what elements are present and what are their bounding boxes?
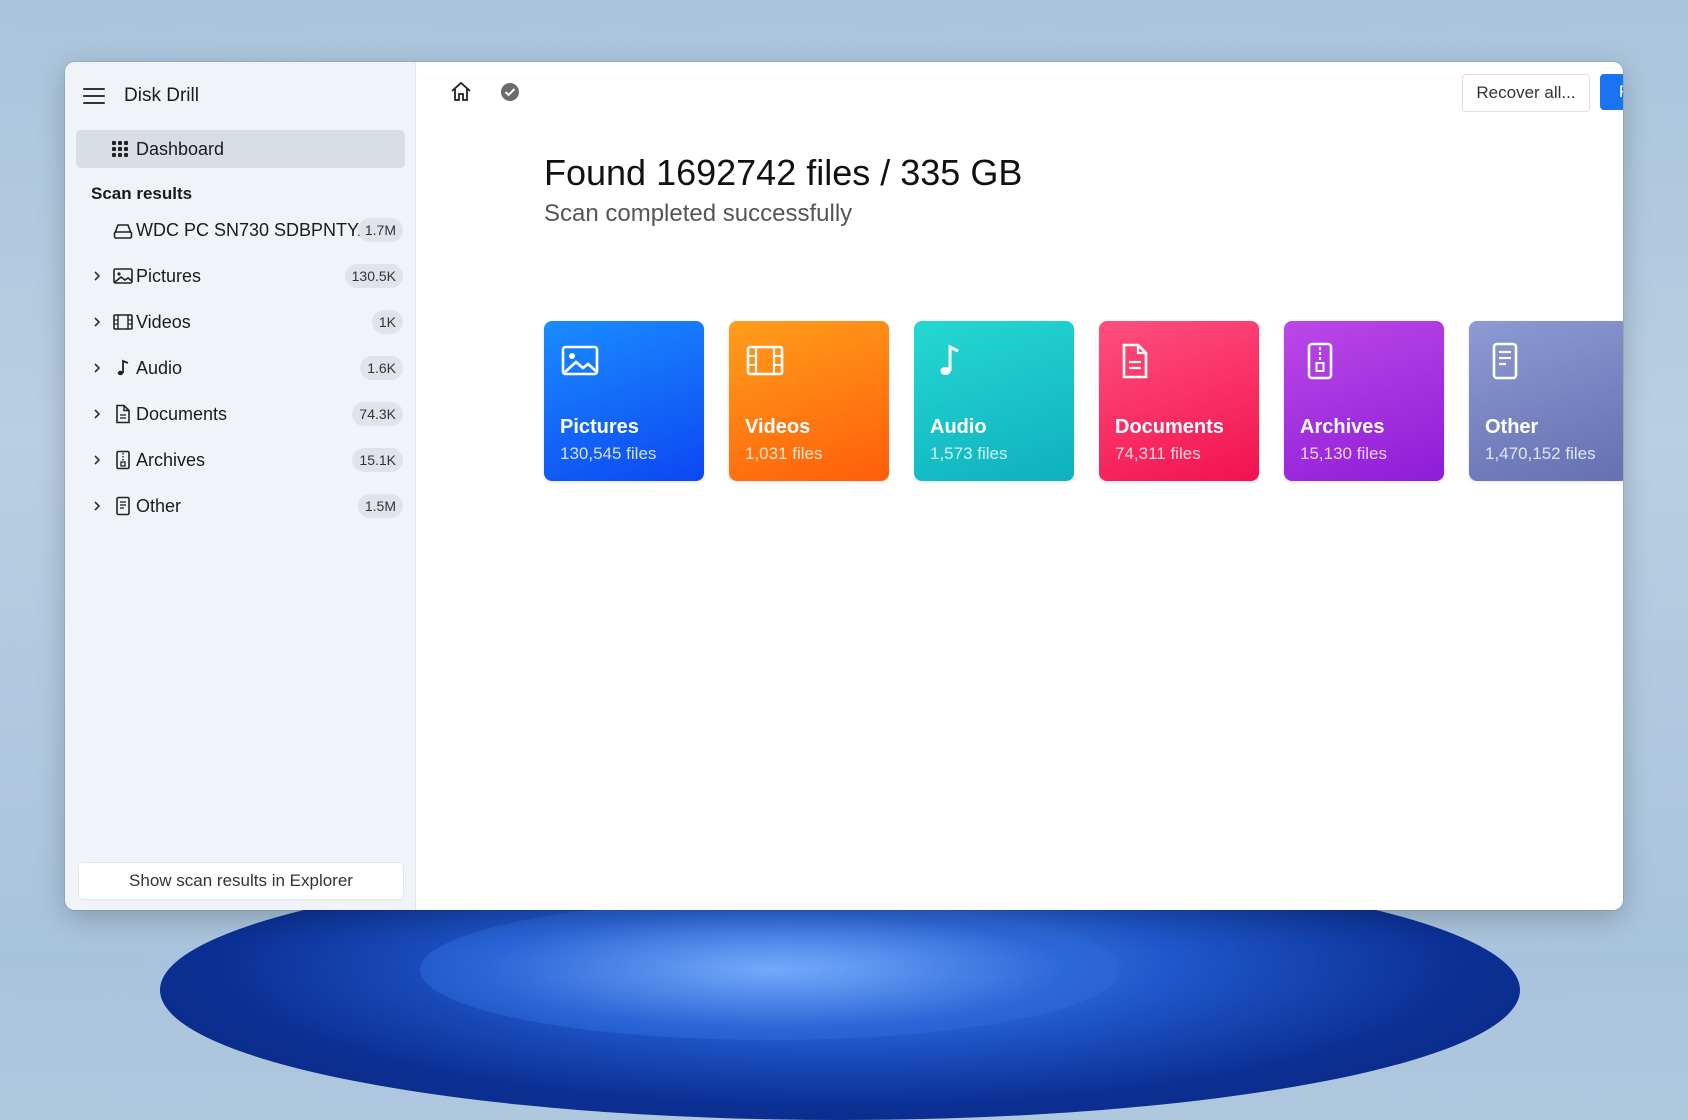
sidebar-item-drive[interactable]: WDC PC SN730 SDBPNTY... 1.7M bbox=[65, 212, 415, 248]
chevron-right-icon[interactable] bbox=[91, 270, 103, 282]
sidebar-item-videos[interactable]: Videos 1K bbox=[65, 304, 415, 340]
film-icon bbox=[113, 314, 133, 330]
review-found-items-button[interactable]: Review found items bbox=[1600, 74, 1623, 110]
app-title: Disk Drill bbox=[124, 85, 199, 106]
sidebar-item-label: Dashboard bbox=[136, 138, 225, 159]
dashboard-grid-icon bbox=[112, 141, 128, 157]
show-in-explorer-button[interactable]: Show scan results in Explorer bbox=[78, 862, 404, 900]
home-icon[interactable] bbox=[449, 80, 473, 104]
scan-results-heading: Scan results bbox=[91, 184, 193, 203]
document-icon bbox=[116, 404, 130, 424]
sidebar-item-label: Other bbox=[136, 496, 182, 516]
sidebar-item-label: Documents bbox=[136, 404, 228, 424]
category-card-documents[interactable]: Documents 74,311 files bbox=[1099, 321, 1259, 481]
chevron-right-icon[interactable] bbox=[91, 316, 103, 328]
card-count: 130,545 files bbox=[560, 444, 657, 463]
drive-icon bbox=[113, 224, 133, 239]
category-card-audio[interactable]: Audio 1,573 files bbox=[914, 321, 1074, 481]
count-badge: 1.6K bbox=[360, 356, 403, 380]
sidebar-item-label: Pictures bbox=[136, 266, 202, 286]
scan-status-subtitle: Scan completed successfully bbox=[544, 200, 853, 227]
image-icon bbox=[113, 268, 133, 284]
film-icon bbox=[746, 345, 784, 376]
file-icon bbox=[116, 496, 130, 516]
card-name: Archives bbox=[1300, 416, 1385, 438]
page-title: Found 1692742 files / 335 GB bbox=[544, 152, 1023, 193]
category-card-other[interactable]: Other 1,470,152 files bbox=[1469, 321, 1623, 481]
card-name: Videos bbox=[745, 416, 811, 438]
music-note-icon bbox=[117, 359, 129, 376]
sidebar-item-dashboard[interactable]: Dashboard bbox=[76, 130, 405, 168]
archive-icon bbox=[1307, 342, 1333, 380]
main-panel: Recover all... Review found items Found … bbox=[416, 62, 1623, 910]
chevron-right-icon[interactable] bbox=[91, 500, 103, 512]
card-count: 1,573 files bbox=[930, 444, 1008, 463]
sidebar-item-label: Videos bbox=[136, 312, 191, 332]
category-card-archives[interactable]: Archives 15,130 files bbox=[1284, 321, 1444, 481]
sidebar-item-other[interactable]: Other 1.5M bbox=[65, 488, 415, 524]
category-card-pictures[interactable]: Pictures 130,545 files bbox=[544, 321, 704, 481]
card-name: Pictures bbox=[560, 416, 639, 438]
music-note-icon bbox=[940, 344, 959, 375]
hamburger-menu-icon[interactable] bbox=[83, 88, 105, 104]
sidebar-item-pictures[interactable]: Pictures 130.5K bbox=[65, 258, 415, 294]
chevron-right-icon[interactable] bbox=[91, 454, 103, 466]
sidebar-item-label: Archives bbox=[136, 450, 206, 470]
category-card-videos[interactable]: Videos 1,031 files bbox=[729, 321, 889, 481]
card-count: 1,470,152 files bbox=[1485, 444, 1596, 463]
check-circle-icon[interactable] bbox=[498, 80, 522, 104]
sidebar-item-label: Audio bbox=[136, 358, 183, 378]
file-icon bbox=[1492, 342, 1518, 380]
chevron-right-icon[interactable] bbox=[91, 362, 103, 374]
chevron-right-icon[interactable] bbox=[91, 408, 103, 420]
drive-count-badge: 1.7M bbox=[357, 218, 403, 242]
document-icon bbox=[1122, 343, 1148, 379]
count-badge: 1K bbox=[371, 310, 403, 334]
recover-all-button[interactable]: Recover all... bbox=[1462, 74, 1590, 112]
count-badge: 74.3K bbox=[352, 402, 403, 426]
card-count: 15,130 files bbox=[1300, 444, 1387, 463]
card-count: 74,311 files bbox=[1115, 444, 1201, 463]
count-badge: 1.5M bbox=[357, 494, 403, 518]
card-name: Documents bbox=[1115, 416, 1224, 438]
sidebar-item-archives[interactable]: Archives 15.1K bbox=[65, 442, 415, 478]
sidebar-header: Disk Drill bbox=[83, 82, 199, 110]
sidebar-item-documents[interactable]: Documents 74.3K bbox=[65, 396, 415, 432]
count-badge: 130.5K bbox=[344, 264, 403, 288]
sidebar: Disk Drill Dashboard Scan results WDC PC… bbox=[65, 62, 416, 910]
card-name: Audio bbox=[930, 416, 987, 438]
archive-icon bbox=[116, 450, 130, 470]
card-name: Other bbox=[1485, 416, 1539, 438]
app-window: Disk Drill Dashboard Scan results WDC PC… bbox=[65, 62, 1623, 910]
sidebar-item-audio[interactable]: Audio 1.6K bbox=[65, 350, 415, 386]
count-badge: 15.1K bbox=[352, 448, 403, 472]
image-icon bbox=[561, 345, 599, 376]
wallpaper-bloom-highlight bbox=[420, 900, 1120, 1040]
card-count: 1,031 files bbox=[745, 444, 823, 463]
drive-label: WDC PC SN730 SDBPNTY... bbox=[136, 220, 372, 240]
